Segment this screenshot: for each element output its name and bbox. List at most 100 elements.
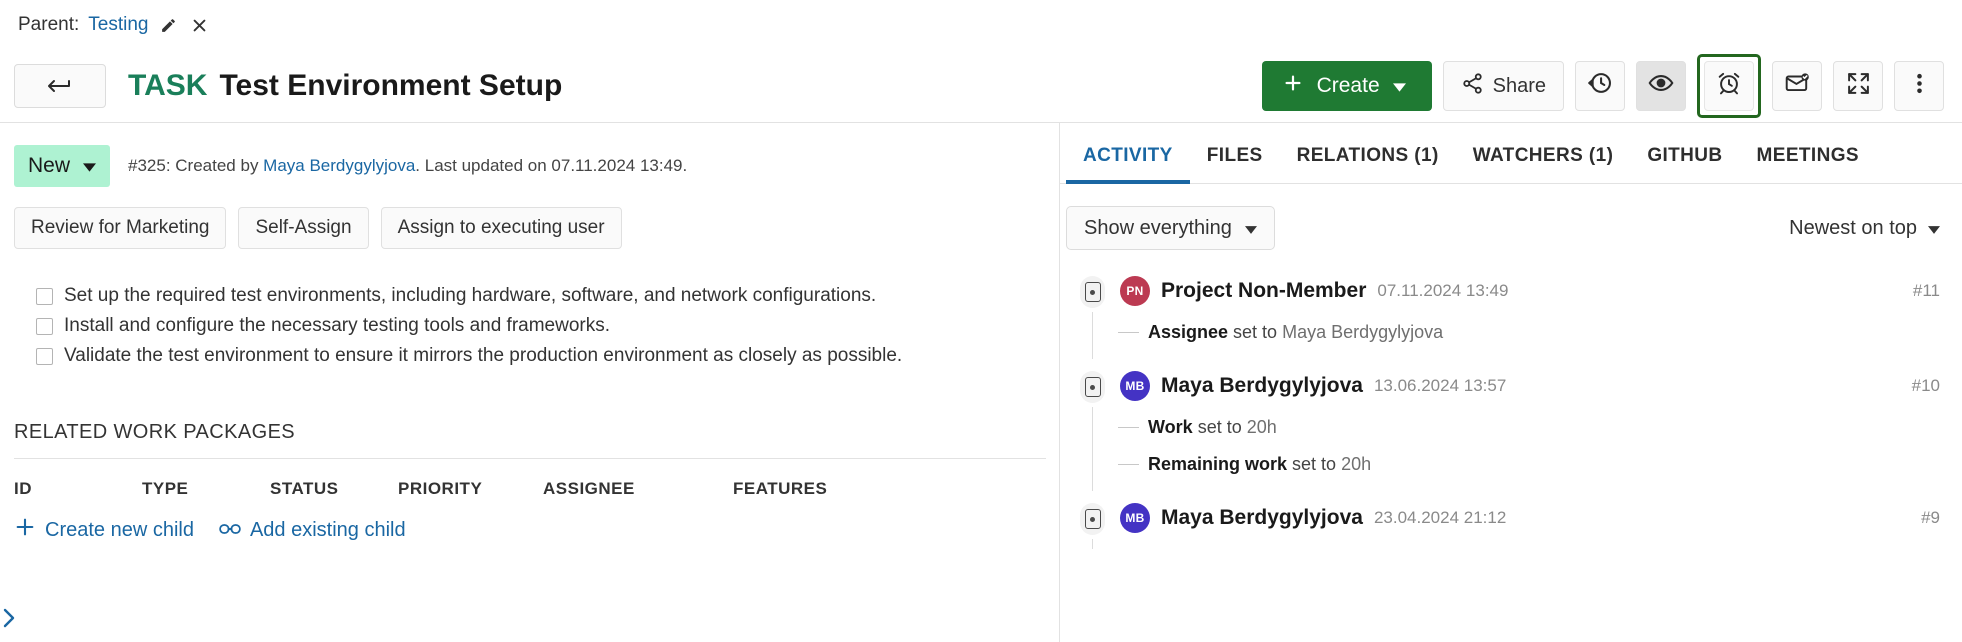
tab-github[interactable]: GITHUB — [1630, 145, 1739, 184]
activity-detail-action: set to — [1287, 454, 1341, 474]
description-checklist: Set up the required test environments, i… — [0, 249, 1059, 367]
column-header-priority[interactable]: PRIORITY — [398, 479, 543, 499]
meta-author-link[interactable]: Maya Berdygylyjova — [263, 156, 415, 175]
tab-activity[interactable]: ACTIVITY — [1066, 145, 1190, 184]
activity-bullet-shape — [1085, 377, 1101, 397]
checklist-item-label: Validate the test environment to ensure … — [64, 345, 902, 367]
activity-user-name[interactable]: Maya Berdygylyjova — [1161, 506, 1363, 530]
activity-entry: MB Maya Berdygylyjova 13.06.2024 13:57 #… — [1066, 371, 1940, 481]
notification-mail-button[interactable] — [1772, 61, 1822, 111]
activity-timestamp: 07.11.2024 13:49 — [1377, 281, 1508, 301]
share-icon — [1461, 72, 1484, 101]
activity-detail-value: 20h — [1341, 454, 1371, 474]
activity-bullet-shape — [1085, 282, 1101, 302]
activity-number[interactable]: #10 — [1912, 376, 1940, 396]
add-existing-child-button[interactable]: Add existing child — [219, 519, 406, 542]
activity-comment-toggle-icon[interactable] — [1080, 503, 1105, 535]
column-header-id[interactable]: ID — [14, 479, 142, 499]
work-package-meta: #325: Created by Maya Berdygylyjova. Las… — [128, 156, 687, 176]
avatar[interactable]: PN — [1120, 276, 1150, 306]
activity-number[interactable]: #9 — [1921, 508, 1940, 528]
activity-header: MB Maya Berdygylyjova 13.06.2024 13:57 #… — [1120, 371, 1940, 401]
activity-detail-field: Assignee — [1148, 322, 1228, 342]
activity-user-name[interactable]: Project Non-Member — [1161, 279, 1366, 303]
activity-comment-toggle-icon[interactable] — [1080, 276, 1105, 308]
activity-pane: ACTIVITY FILES RELATIONS (1) WATCHERS (1… — [1060, 123, 1962, 642]
page-title: TASK Test Environment Setup — [128, 69, 562, 103]
column-header-type[interactable]: TYPE — [142, 479, 270, 499]
fullscreen-button[interactable] — [1833, 61, 1883, 111]
column-header-assignee[interactable]: ASSIGNEE — [543, 479, 733, 499]
tab-meetings[interactable]: MEETINGS — [1740, 145, 1876, 184]
checklist-item-label: Install and configure the necessary test… — [64, 315, 610, 337]
chevron-down-icon — [1245, 217, 1257, 240]
column-header-features[interactable]: FEATURES — [733, 479, 827, 499]
activity-detail-value: 20h — [1247, 417, 1277, 437]
activity-history-button[interactable] — [1575, 61, 1625, 111]
activity-number[interactable]: #11 — [1913, 281, 1940, 301]
parent-link[interactable]: Testing — [88, 14, 148, 36]
status-badge-label: New — [28, 154, 70, 178]
activity-bullet-shape — [1085, 509, 1101, 529]
activity-user-name[interactable]: Maya Berdygylyjova — [1161, 374, 1363, 398]
review-for-marketing-button[interactable]: Review for Marketing — [14, 207, 226, 249]
activity-detail-field: Work — [1148, 417, 1193, 437]
create-button[interactable]: Create — [1262, 61, 1432, 111]
tab-watchers[interactable]: WATCHERS (1) — [1456, 145, 1631, 184]
meta-suffix: . Last updated on 07.11.2024 13:49. — [415, 156, 687, 175]
related-table-headers: ID TYPE STATUS PRIORITY ASSIGNEE FEATURE… — [14, 459, 1059, 499]
checklist-item: Set up the required test environments, i… — [36, 285, 1059, 307]
back-button[interactable] — [14, 64, 106, 108]
avatar[interactable]: MB — [1120, 371, 1150, 401]
close-icon[interactable] — [188, 14, 210, 36]
activity-comment-toggle-icon[interactable] — [1080, 371, 1105, 403]
activity-rail — [1092, 312, 1093, 359]
share-button[interactable]: Share — [1443, 61, 1564, 111]
assign-to-executing-user-button[interactable]: Assign to executing user — [381, 207, 622, 249]
pencil-icon[interactable] — [157, 14, 179, 36]
more-kebab-icon — [1916, 71, 1923, 102]
parent-label: Parent: — [18, 14, 79, 36]
create-new-child-label: Create new child — [45, 519, 194, 542]
status-row: New #325: Created by Maya Berdygylyjova.… — [0, 123, 1059, 187]
expand-panel-chevron-icon[interactable] — [2, 606, 17, 634]
activity-detail-field: Remaining work — [1148, 454, 1287, 474]
meta-prefix: #325: Created by — [128, 156, 263, 175]
self-assign-button[interactable]: Self-Assign — [238, 207, 368, 249]
checklist-item-label: Set up the required test environments, i… — [64, 285, 876, 307]
related-work-packages-section: RELATED WORK PACKAGES ID TYPE STATUS PRI… — [0, 375, 1059, 544]
share-button-label: Share — [1493, 75, 1546, 98]
activity-filter-label: Show everything — [1084, 217, 1232, 240]
split-view: New #325: Created by Maya Berdygylyjova.… — [0, 122, 1962, 642]
tab-files[interactable]: FILES — [1190, 145, 1280, 184]
header-toolbar: Create Share — [1262, 54, 1944, 118]
checkbox-icon[interactable] — [36, 318, 53, 335]
checkbox-icon[interactable] — [36, 288, 53, 305]
activity-header: MB Maya Berdygylyjova 23.04.2024 21:12 #… — [1120, 503, 1940, 533]
activity-sort-label: Newest on top — [1789, 217, 1917, 240]
watch-eye-icon — [1648, 70, 1674, 102]
plus-icon — [14, 516, 36, 544]
status-badge[interactable]: New — [14, 145, 110, 187]
related-section-title: RELATED WORK PACKAGES — [14, 421, 1059, 458]
fullscreen-icon — [1846, 71, 1871, 102]
checkbox-icon[interactable] — [36, 348, 53, 365]
activity-filter-dropdown[interactable]: Show everything — [1066, 206, 1275, 250]
reminder-button[interactable] — [1704, 61, 1754, 111]
activity-entry: MB Maya Berdygylyjova 23.04.2024 21:12 #… — [1066, 503, 1940, 539]
work-package-details-pane: New #325: Created by Maya Berdygylyjova.… — [0, 123, 1060, 642]
watch-button[interactable] — [1636, 61, 1686, 111]
chevron-down-icon — [1393, 74, 1406, 98]
more-menu-button[interactable] — [1894, 61, 1944, 111]
activity-header: PN Project Non-Member 07.11.2024 13:49 #… — [1120, 276, 1940, 306]
activity-bullet-dot — [1090, 517, 1095, 522]
activity-history-icon — [1587, 70, 1613, 102]
create-new-child-button[interactable]: Create new child — [14, 516, 194, 544]
activity-bullet-dot — [1090, 290, 1095, 295]
tab-relations[interactable]: RELATIONS (1) — [1280, 145, 1456, 184]
activity-filter-bar: Show everything Newest on top — [1060, 184, 1962, 250]
activity-sort-dropdown[interactable]: Newest on top — [1789, 217, 1940, 240]
avatar[interactable]: MB — [1120, 503, 1150, 533]
column-header-status[interactable]: STATUS — [270, 479, 398, 499]
alarm-clock-icon — [1716, 70, 1742, 102]
